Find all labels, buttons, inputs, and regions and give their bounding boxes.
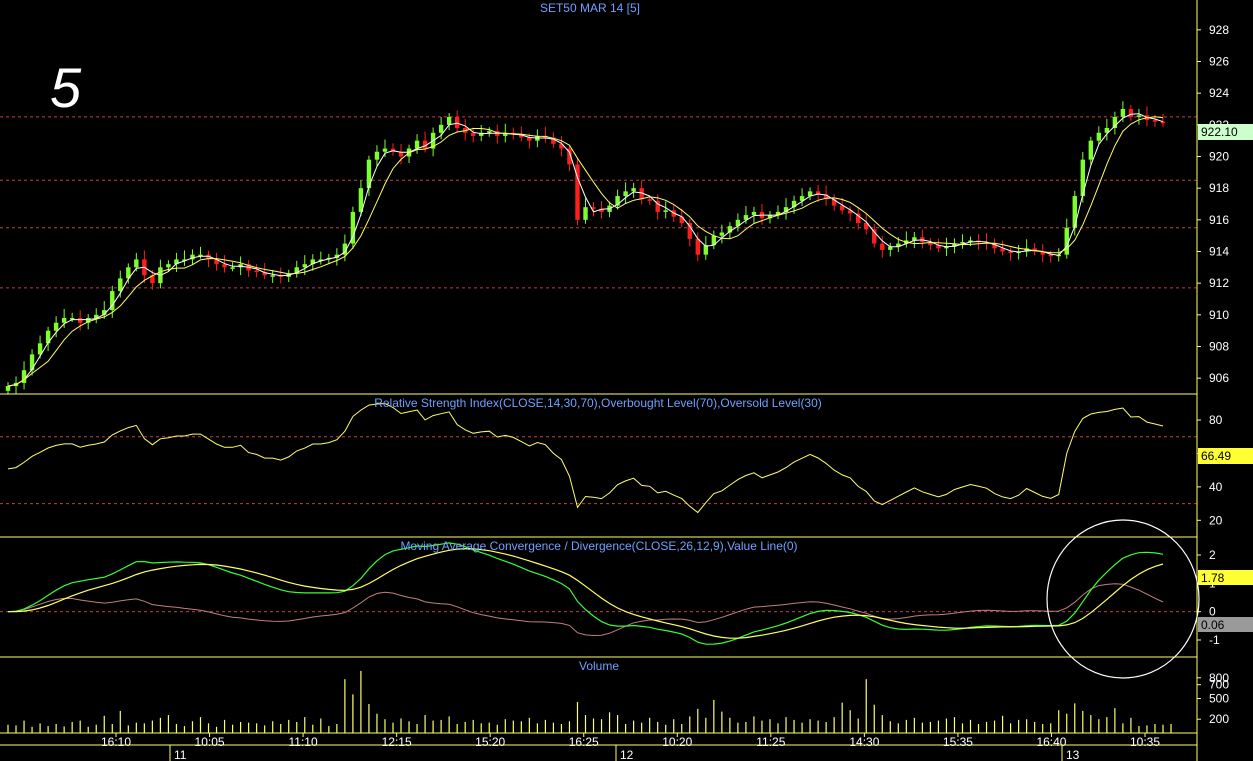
time-tick-label: 10:35 [1130,735,1160,749]
volume-tick-label: 200 [1209,712,1229,726]
price-tick-label: 928 [1209,23,1229,37]
candle-body [631,188,636,192]
candle-body [695,238,700,255]
candle-body [438,124,444,133]
time-tick-label: 10:05 [195,735,225,749]
candle-body [1152,120,1158,122]
price-tick-label: 926 [1209,55,1229,69]
macd-value-badge: 1.78 [1198,570,1253,585]
candle-body [53,322,59,331]
time-tick-label: 11:10 [289,735,318,749]
candle-body [1120,109,1126,117]
candle-body [687,223,692,239]
rsi-title: Relative Strength Index(CLOSE,14,30,70),… [374,396,822,410]
rsi-last-value: 66.49 [1201,449,1231,463]
rsi-tick-label: 40 [1209,480,1223,494]
time-tick-label: 16:25 [569,735,599,749]
price-tick-label: 906 [1209,371,1229,385]
price-tick-label: 920 [1209,150,1229,164]
candle-body [118,278,123,292]
candle-body [647,199,652,201]
candle-body [1136,115,1142,117]
chart-background [0,0,1253,761]
candle-body [302,264,307,268]
candle-body [230,267,235,269]
price-tick-label: 912 [1209,276,1229,290]
candle-body [446,116,452,125]
candle-body [1128,109,1134,117]
time-tick-label: 16:10 [101,735,131,749]
macd-title: Moving Average Convergence / Divergence(… [400,539,797,553]
candle-body [1160,121,1166,124]
macd-hist-value: 0.06 [1201,618,1225,632]
candle-body [487,131,492,133]
candle-body [61,318,67,323]
candle-body [29,354,35,371]
time-tick-label: 12:15 [382,735,412,749]
candle-body [374,151,380,160]
candle-body [1008,251,1013,254]
volume-tick-label: 500 [1209,692,1229,706]
candle-body [719,232,725,236]
rsi-tick-label: 80 [1209,413,1223,427]
macd-tick-label: 0 [1209,605,1216,619]
volume-tick-label: 800 [1209,671,1229,685]
price-tick-label: 924 [1209,86,1229,100]
candle-body [880,243,885,250]
macd-tick-label: 2 [1209,548,1216,562]
candle-body [623,191,628,197]
price-last-value: 922.10 [1201,125,1238,139]
candle-body [679,216,684,223]
price-tick-label: 908 [1209,340,1229,354]
price-last-badge: 922.10 [1198,124,1253,140]
candle-body [222,264,227,268]
price-tick-label: 914 [1209,245,1229,259]
rsi-tick-label: 20 [1209,513,1223,527]
candle-body [583,207,588,220]
candle-body [471,132,476,136]
candle-body [134,259,139,268]
time-tick-label: 14:30 [849,735,879,749]
candle-body [1048,254,1053,257]
time-tick-label: 11:25 [756,735,785,749]
price-tick-label: 918 [1209,181,1229,195]
candle-body [382,148,388,152]
trading-chart: SET50 MAR 14 [5] 5 Relative Strength Ind… [0,0,1253,761]
day-label: 12 [620,748,634,761]
candle-body [751,211,757,216]
time-tick-label: 10:20 [662,735,692,749]
day-label: 13 [1066,748,1080,761]
candle-body [5,386,11,391]
price-tick-label: 910 [1209,308,1229,322]
rsi-last-badge: 66.49 [1198,448,1253,464]
candle-body [454,116,460,128]
time-tick-label: 15:20 [475,735,505,749]
time-tick-label: 15:35 [943,735,973,749]
macd-tick-label: -1 [1209,633,1220,647]
macd-hist-badge: 0.06 [1198,617,1253,632]
candle-body [1072,196,1077,228]
chart-title: SET50 MAR 14 [5] [540,1,640,15]
candle-body [663,210,668,212]
price-tick-label: 916 [1209,213,1229,227]
candle-body [414,140,420,149]
macd-last-value: 1.78 [1201,571,1225,585]
corner-label: 5 [50,56,82,119]
candle-body [1088,140,1094,160]
candle-body [254,270,259,273]
candle-body [270,275,275,277]
candle-body [1096,132,1102,141]
candle-body [77,318,83,323]
day-label: 11 [174,748,187,761]
volume-title: Volume [579,659,619,673]
candle-body [166,264,171,268]
